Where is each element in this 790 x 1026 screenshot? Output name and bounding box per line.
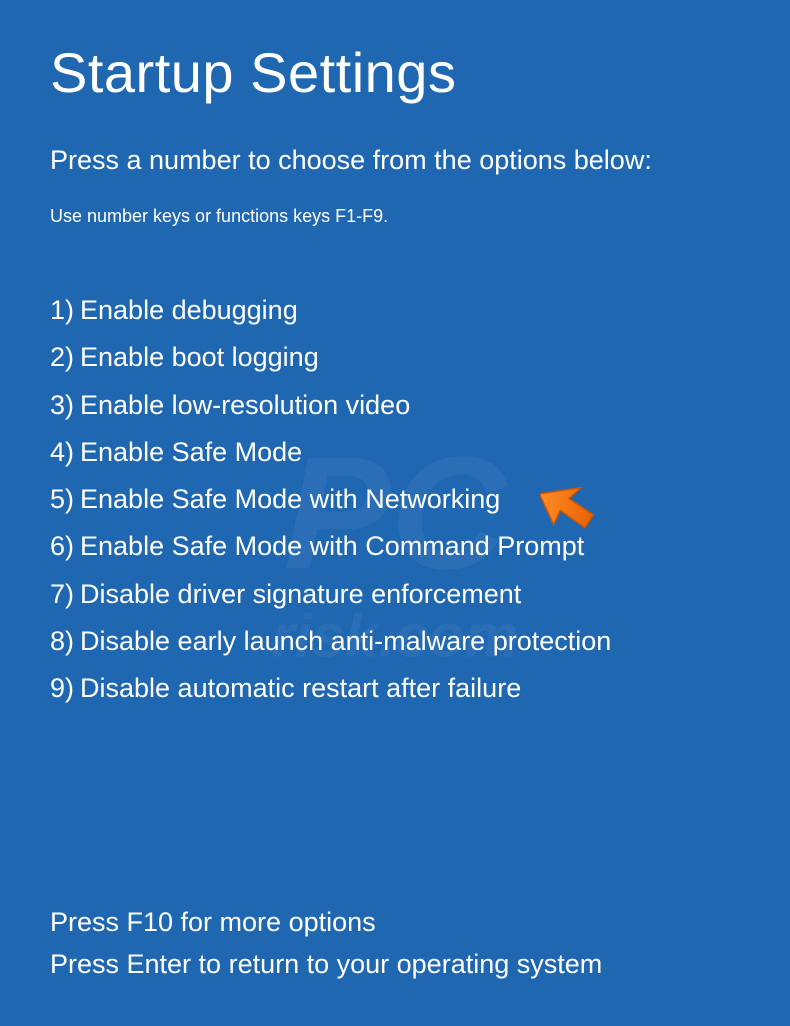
- option-label: Enable debugging: [80, 287, 298, 334]
- options-list: 1) Enable debugging 2) Enable boot loggi…: [50, 287, 740, 712]
- option-enable-safe-mode-command-prompt[interactable]: 6) Enable Safe Mode with Command Prompt: [50, 523, 740, 570]
- option-disable-auto-restart[interactable]: 9) Disable automatic restart after failu…: [50, 665, 740, 712]
- option-label: Enable low-resolution video: [80, 382, 410, 429]
- option-number: 4): [50, 429, 74, 476]
- option-label: Enable Safe Mode with Networking: [80, 476, 500, 523]
- option-enable-safe-mode-networking[interactable]: 5) Enable Safe Mode with Networking: [50, 476, 740, 523]
- option-number: 9): [50, 665, 74, 712]
- option-label: Disable early launch anti-malware protec…: [80, 618, 611, 665]
- subinstruction-text: Use number keys or functions keys F1-F9.: [50, 206, 740, 227]
- option-disable-driver-signature[interactable]: 7) Disable driver signature enforcement: [50, 571, 740, 618]
- option-number: 3): [50, 382, 74, 429]
- option-enable-safe-mode[interactable]: 4) Enable Safe Mode: [50, 429, 740, 476]
- option-label: Disable driver signature enforcement: [80, 571, 521, 618]
- more-options-text: Press F10 for more options: [50, 902, 740, 944]
- option-label: Enable boot logging: [80, 334, 319, 381]
- option-label: Enable Safe Mode: [80, 429, 302, 476]
- option-enable-boot-logging[interactable]: 2) Enable boot logging: [50, 334, 740, 381]
- option-enable-debugging[interactable]: 1) Enable debugging: [50, 287, 740, 334]
- option-enable-low-resolution-video[interactable]: 3) Enable low-resolution video: [50, 382, 740, 429]
- option-number: 2): [50, 334, 74, 381]
- option-number: 6): [50, 523, 74, 570]
- option-label: Enable Safe Mode with Command Prompt: [80, 523, 584, 570]
- option-number: 1): [50, 287, 74, 334]
- option-number: 7): [50, 571, 74, 618]
- instruction-text: Press a number to choose from the option…: [50, 145, 740, 176]
- page-title: Startup Settings: [50, 40, 740, 105]
- option-label: Disable automatic restart after failure: [80, 665, 521, 712]
- option-disable-anti-malware[interactable]: 8) Disable early launch anti-malware pro…: [50, 618, 740, 665]
- return-text: Press Enter to return to your operating …: [50, 944, 740, 986]
- option-number: 5): [50, 476, 74, 523]
- option-number: 8): [50, 618, 74, 665]
